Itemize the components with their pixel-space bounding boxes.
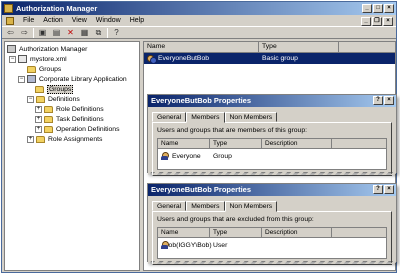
folder-icon	[35, 85, 44, 93]
users-icon	[161, 152, 169, 160]
child-restore-button[interactable]: ❐	[372, 17, 382, 26]
collapse-icon[interactable]: −	[9, 55, 16, 63]
menu-bar: File Action View Window Help	[2, 15, 396, 26]
expand-icon[interactable]: +	[35, 125, 42, 133]
forward-icon[interactable]: ⇨	[19, 28, 30, 38]
dialog-close-button[interactable]: ×	[384, 96, 394, 105]
back-icon[interactable]: ⇦	[5, 28, 16, 38]
non-members-dialog: EveryoneButBob Properties ? × General Me…	[147, 183, 397, 265]
tree-item-store[interactable]: − mystore.xml	[9, 54, 67, 64]
member-row[interactable]: Everyone Group	[158, 151, 386, 161]
tree-pane: Authorization Manager − mystore.xml Grou…	[4, 41, 140, 271]
tree-item-role-assignments[interactable]: + Role Assignments	[27, 134, 102, 144]
app-icon	[4, 4, 13, 13]
menu-window[interactable]: Window	[96, 17, 121, 24]
expand-icon[interactable]: +	[27, 135, 34, 143]
non-members-description: Users and groups that are excluded from …	[157, 216, 314, 223]
system-menu-icon[interactable]	[6, 16, 14, 25]
column-header-type[interactable]: Type	[210, 228, 262, 237]
non-member-row[interactable]: Bob(IGGY\Bob) User	[158, 240, 386, 250]
tab-panel: Users and groups that are members of thi…	[152, 122, 392, 176]
child-close-button[interactable]: ×	[383, 17, 393, 26]
column-header-name[interactable]: Name	[144, 42, 259, 52]
column-header-description[interactable]: Description	[262, 228, 332, 237]
list-row[interactable]: EveryoneButBob Basic group	[144, 53, 395, 64]
tab-non-members[interactable]: Non Members	[224, 112, 278, 122]
collapse-icon[interactable]: −	[18, 75, 25, 83]
non-members-list: Name Type Description Bob(IGGY\Bob) User	[157, 227, 387, 259]
menu-file[interactable]: File	[23, 17, 34, 24]
up-icon[interactable]: ▣	[37, 28, 48, 38]
tree-item-store-groups[interactable]: Groups	[27, 64, 61, 74]
collapse-icon[interactable]: −	[27, 95, 34, 103]
tree-item-operation-definitions[interactable]: + Operation Definitions	[35, 124, 119, 134]
tab-general[interactable]: General	[152, 201, 187, 211]
toolbar: ⇦ ⇨ ▣ ▤ ✕ ▦ ⧉ ?	[2, 26, 396, 39]
menu-view[interactable]: View	[72, 17, 87, 24]
folder-icon	[44, 125, 53, 133]
window-title: Authorization Manager	[16, 4, 98, 13]
export-icon[interactable]: ⧉	[93, 28, 104, 38]
column-header-type[interactable]: Type	[259, 42, 339, 52]
members-list: Name Type Description Everyone Group	[157, 138, 387, 170]
tree-item-role-definitions[interactable]: + Role Definitions	[35, 104, 104, 114]
folder-icon	[27, 65, 36, 73]
properties-icon[interactable]: ▦	[79, 28, 90, 38]
dialog-title: EveryoneButBob Properties	[148, 95, 396, 107]
folder-icon[interactable]: ▤	[51, 28, 62, 38]
folder-icon	[36, 135, 45, 143]
maximize-button[interactable]: □	[373, 4, 383, 13]
dialog-close-button[interactable]: ×	[384, 185, 394, 194]
folder-icon	[44, 105, 53, 113]
minimize-button[interactable]: _	[362, 4, 372, 13]
folder-icon	[44, 115, 53, 123]
dialog-help-button[interactable]: ?	[373, 185, 383, 194]
dialog-title: EveryoneButBob Properties	[148, 184, 396, 196]
tab-members[interactable]: Members	[186, 201, 225, 211]
tab-members[interactable]: Members	[186, 112, 225, 123]
group-icon	[147, 54, 157, 64]
store-icon	[18, 55, 27, 63]
members-dialog: EveryoneButBob Properties ? × General Me…	[147, 94, 397, 176]
column-header-description[interactable]: Description	[262, 139, 332, 148]
folder-icon	[36, 95, 45, 103]
tree-item-root[interactable]: Authorization Manager	[7, 44, 87, 54]
help-icon[interactable]: ?	[111, 28, 122, 38]
tab-general[interactable]: General	[152, 112, 187, 122]
application-icon	[27, 75, 36, 83]
members-description: Users and groups that are members of thi…	[157, 127, 307, 134]
dialog-help-button[interactable]: ?	[373, 96, 383, 105]
expand-icon[interactable]: +	[35, 115, 42, 123]
tab-panel: Users and groups that are excluded from …	[152, 211, 392, 265]
list-header: Name Type	[144, 42, 395, 53]
close-button[interactable]: ×	[384, 4, 394, 13]
column-header-type[interactable]: Type	[210, 139, 262, 148]
column-header-name[interactable]: Name	[158, 139, 210, 148]
menu-help[interactable]: Help	[130, 17, 144, 24]
child-minimize-button[interactable]: _	[361, 17, 371, 26]
authorization-manager-icon	[7, 45, 16, 53]
tree-item-definitions[interactable]: − Definitions	[27, 94, 80, 104]
expand-icon[interactable]: +	[35, 105, 42, 113]
tree-item-task-definitions[interactable]: + Task Definitions	[35, 114, 104, 124]
tree-item-app-groups[interactable]: Groups	[35, 84, 74, 94]
tab-non-members[interactable]: Non Members	[224, 201, 278, 212]
title-bar: Authorization Manager _ □ ×	[2, 2, 396, 15]
delete-icon[interactable]: ✕	[65, 28, 76, 38]
menu-action[interactable]: Action	[43, 17, 62, 24]
column-header-name[interactable]: Name	[158, 228, 210, 237]
tree-item-application[interactable]: − Corporate Library Application	[18, 74, 127, 84]
